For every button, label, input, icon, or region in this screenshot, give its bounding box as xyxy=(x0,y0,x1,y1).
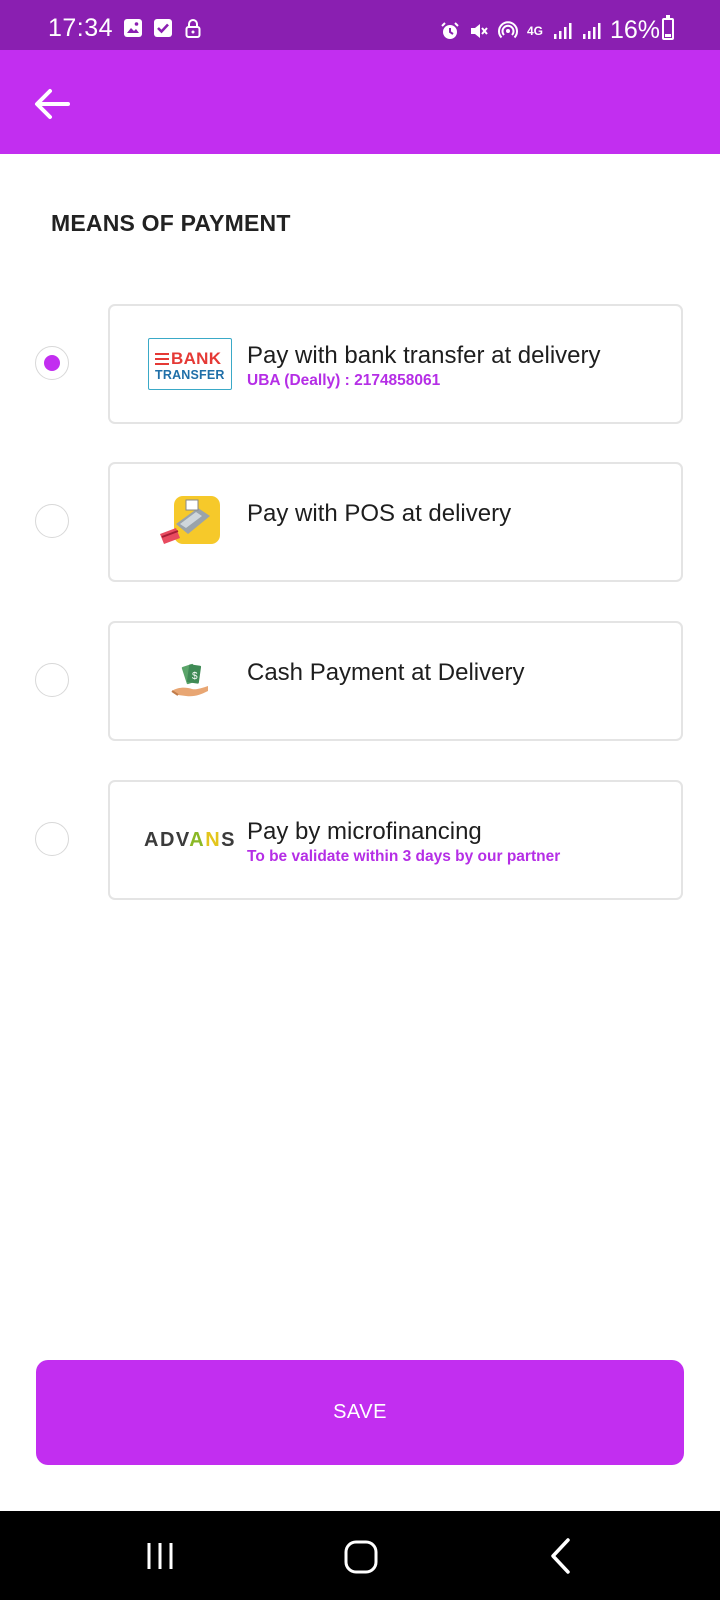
status-left-icons xyxy=(123,18,203,38)
advans-logo-text: ADVANS xyxy=(144,828,237,851)
option-sublabel: UBA (Deally) : 2174858061 xyxy=(247,372,441,389)
battery-icon xyxy=(662,15,674,40)
payment-option-microfinancing: ADVANS Pay by microfinancing To be valid… xyxy=(0,780,720,902)
payment-option-bank-transfer: BANK TRANSFER Pay with bank transfer at … xyxy=(0,304,720,426)
bank-transfer-logo: BANK TRANSFER xyxy=(146,336,234,392)
card-bank-transfer[interactable]: BANK TRANSFER Pay with bank transfer at … xyxy=(108,304,683,424)
card-cash[interactable]: $ Cash Payment at Delivery xyxy=(108,621,683,741)
pos-terminal-icon xyxy=(146,494,234,550)
home-icon[interactable] xyxy=(343,1539,379,1575)
4g-icon: 4G xyxy=(526,23,543,38)
status-time: 17:34 xyxy=(48,14,114,42)
option-label: Pay with bank transfer at delivery xyxy=(247,342,601,369)
save-button[interactable]: SAVE xyxy=(36,1360,684,1465)
radio-microfinancing[interactable] xyxy=(35,822,69,856)
hotspot-icon xyxy=(497,20,518,38)
check-box-icon xyxy=(154,19,172,37)
gallery-icon xyxy=(124,19,142,37)
option-label: Pay with POS at delivery xyxy=(247,500,512,527)
payment-option-pos: Pay with POS at delivery xyxy=(0,462,720,584)
back-icon[interactable] xyxy=(548,1537,574,1575)
alarm-icon xyxy=(441,21,459,39)
card-pos[interactable]: Pay with POS at delivery xyxy=(108,462,683,582)
signal-icon xyxy=(553,22,572,39)
bank-logo-text-2: TRANSFER xyxy=(155,368,225,382)
bank-logo-text-1: BANK xyxy=(171,349,222,368)
cash-hand-icon: $ xyxy=(146,653,234,709)
lock-icon xyxy=(185,19,201,38)
radio-cash[interactable] xyxy=(35,663,69,697)
mute-icon xyxy=(470,23,488,38)
option-label: Cash Payment at Delivery xyxy=(247,659,525,686)
recents-icon[interactable] xyxy=(145,1541,175,1571)
option-label: Pay by microfinancing xyxy=(247,818,482,845)
option-sublabel: To be validate within 3 days by our part… xyxy=(247,848,561,865)
app-bar xyxy=(0,50,720,154)
radio-bank-transfer[interactable] xyxy=(35,346,69,380)
payment-option-cash: $ Cash Payment at Delivery xyxy=(0,621,720,743)
navigation-bar xyxy=(0,1511,720,1600)
card-microfinancing[interactable]: ADVANS Pay by microfinancing To be valid… xyxy=(108,780,683,900)
arrow-left-icon[interactable] xyxy=(32,86,72,122)
advans-logo: ADVANS xyxy=(144,812,237,868)
radio-pos[interactable] xyxy=(35,504,69,538)
status-right-icons: 4G 16% xyxy=(440,16,660,45)
signal-icon xyxy=(582,22,601,39)
status-bar: 17:34 4G 16% xyxy=(0,0,720,50)
battery-level xyxy=(665,34,671,37)
section-title: MEANS OF PAYMENT xyxy=(51,210,291,236)
svg-text:$: $ xyxy=(192,671,198,682)
battery-percent: 16% xyxy=(609,16,660,44)
